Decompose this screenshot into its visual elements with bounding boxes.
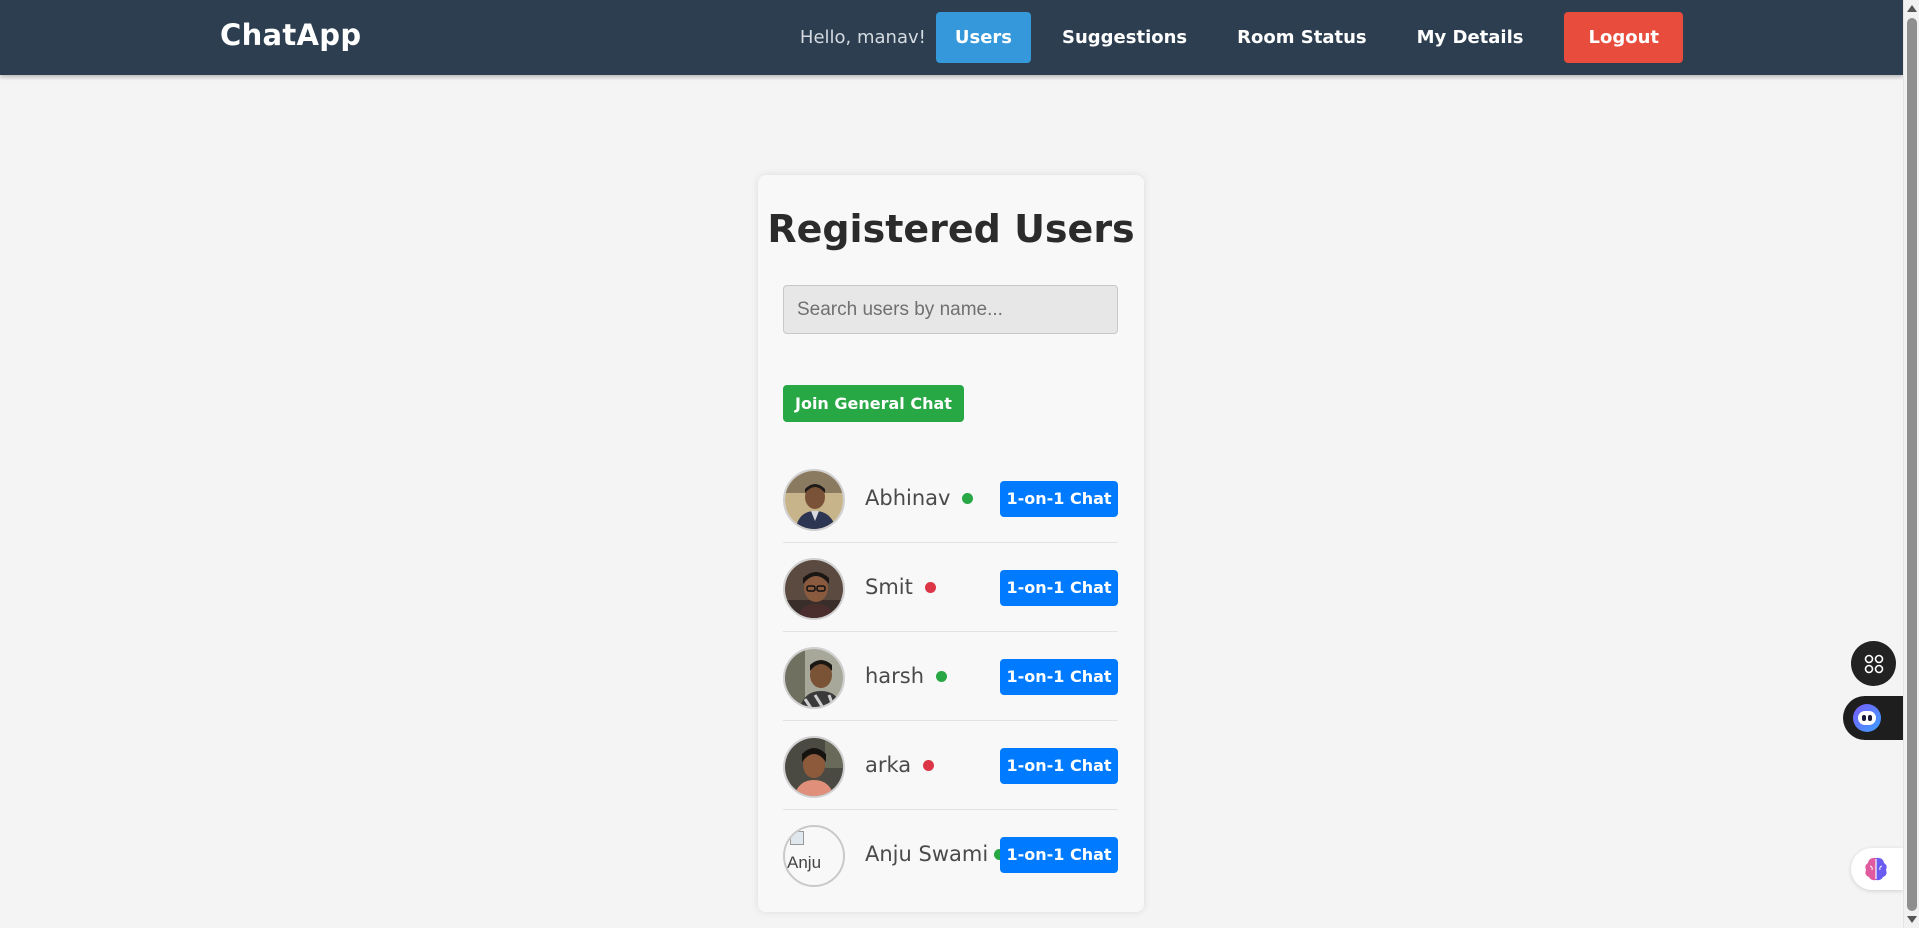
user-name: Anju Swami bbox=[865, 842, 1006, 866]
bot-eye bbox=[1862, 715, 1866, 721]
user-name: arka bbox=[865, 753, 935, 777]
bot-eye bbox=[1868, 715, 1872, 721]
page-title: Registered Users bbox=[767, 207, 1135, 251]
user-row: Smit 1-on-1 Chat bbox=[783, 543, 1118, 632]
avatar bbox=[783, 469, 845, 531]
scroll-thumb[interactable] bbox=[1907, 18, 1917, 911]
greeting-text: Hello, manav! bbox=[799, 27, 926, 48]
status-dot-online bbox=[936, 670, 948, 682]
nav-right: Hello, manav! Users Suggestions Room Sta… bbox=[800, 12, 1683, 63]
avatar-alt-text: Anju bbox=[787, 853, 822, 872]
user-name-text: arka bbox=[865, 753, 912, 777]
search-input[interactable] bbox=[783, 285, 1118, 334]
user-name-text: Abhinav bbox=[865, 486, 951, 510]
scroll-up-arrow-icon[interactable] bbox=[1907, 5, 1917, 12]
user-row: Anju Anju Swami 1-on-1 Chat bbox=[783, 810, 1118, 899]
logout-button[interactable]: Logout bbox=[1564, 12, 1683, 63]
bot-visor bbox=[1858, 711, 1876, 725]
nav-suggestions[interactable]: Suggestions bbox=[1043, 12, 1206, 63]
one-on-one-chat-button[interactable]: 1-on-1 Chat bbox=[1000, 481, 1118, 517]
command-grid-icon[interactable] bbox=[1851, 641, 1896, 686]
join-general-chat-button[interactable]: Join General Chat bbox=[783, 385, 964, 422]
nav-users[interactable]: Users bbox=[935, 12, 1031, 63]
user-name-text: Smit bbox=[865, 575, 913, 599]
user-list: Abhinav 1-on-1 Chat Smit 1-on-1 Chat har… bbox=[783, 454, 1118, 899]
brain-icon[interactable] bbox=[1851, 848, 1903, 890]
avatar-broken-image: Anju bbox=[783, 825, 845, 887]
avatar bbox=[783, 736, 845, 798]
status-dot-online bbox=[962, 492, 974, 504]
broken-image-icon bbox=[790, 831, 804, 845]
one-on-one-chat-button[interactable]: 1-on-1 Chat bbox=[1000, 837, 1118, 873]
one-on-one-chat-button[interactable]: 1-on-1 Chat bbox=[1000, 570, 1118, 606]
user-name: harsh bbox=[865, 664, 948, 688]
vertical-scrollbar[interactable] bbox=[1903, 0, 1919, 928]
scroll-down-arrow-icon[interactable] bbox=[1907, 916, 1917, 923]
avatar bbox=[783, 558, 845, 620]
status-dot-offline bbox=[923, 759, 935, 771]
navbar: ChatApp Hello, manav! Users Suggestions … bbox=[0, 0, 1903, 75]
one-on-one-chat-button[interactable]: 1-on-1 Chat bbox=[1000, 748, 1118, 784]
bot-face bbox=[1853, 704, 1881, 732]
user-name: Smit bbox=[865, 575, 936, 599]
user-row: arka 1-on-1 Chat bbox=[783, 721, 1118, 810]
one-on-one-chat-button[interactable]: 1-on-1 Chat bbox=[1000, 659, 1118, 695]
nav-room-status[interactable]: Room Status bbox=[1218, 12, 1385, 63]
nav-my-details[interactable]: My Details bbox=[1398, 12, 1543, 63]
user-name-text: Anju Swami bbox=[865, 842, 989, 866]
brand-logo[interactable]: ChatApp bbox=[220, 18, 361, 52]
registered-users-card: Registered Users Join General Chat Abhin… bbox=[758, 175, 1144, 912]
assistant-bot-icon[interactable] bbox=[1843, 696, 1903, 740]
user-name: Abhinav bbox=[865, 486, 974, 510]
user-row: Abhinav 1-on-1 Chat bbox=[783, 454, 1118, 543]
avatar bbox=[783, 647, 845, 709]
user-name-text: harsh bbox=[865, 664, 925, 688]
status-dot-offline bbox=[924, 581, 936, 593]
user-row: harsh 1-on-1 Chat bbox=[783, 632, 1118, 721]
